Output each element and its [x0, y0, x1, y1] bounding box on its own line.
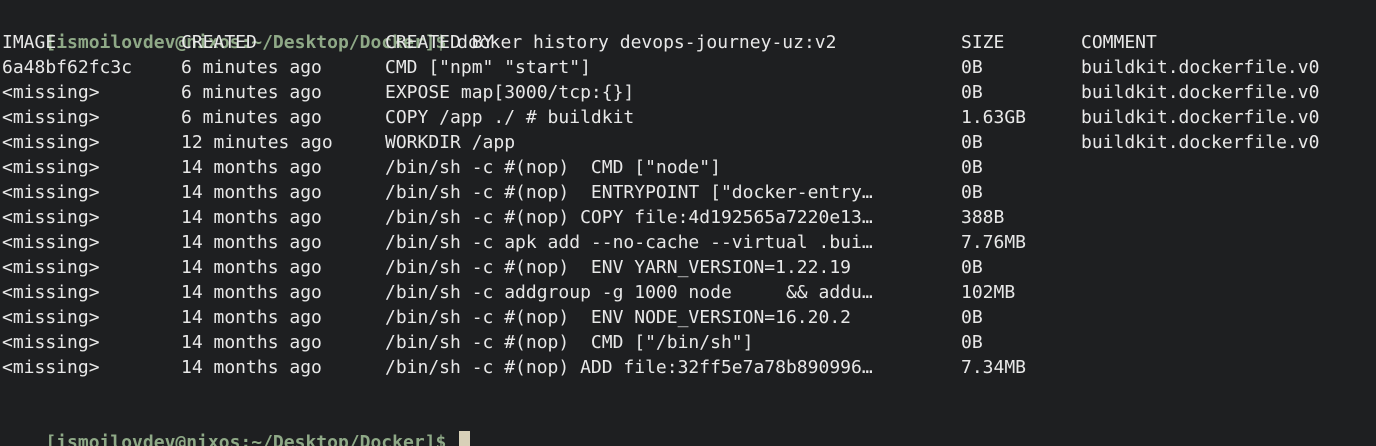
table-row: <missing> 12 minutes ago WORKDIR /app 0B…	[0, 130, 1376, 155]
history-rows: 6a48bf62fc3c 6 minutes ago CMD ["npm" "s…	[0, 55, 1376, 380]
row-image: <missing>	[2, 282, 100, 303]
row-image: 6a48bf62fc3c	[2, 57, 133, 78]
row-created: 14 months ago	[181, 357, 322, 378]
row-created-by: /bin/sh -c #(nop) CMD ["/bin/sh"]	[385, 332, 754, 353]
header-created: CREATED	[181, 32, 257, 53]
row-size: 0B	[961, 307, 983, 328]
row-created-by: /bin/sh -c #(nop) ADD file:32ff5e7a78b89…	[385, 357, 873, 378]
row-image: <missing>	[2, 132, 100, 153]
row-created-by: EXPOSE map[3000/tcp:{}]	[385, 82, 635, 103]
active-prompt-line[interactable]: [ismoilovdev@nixos:~/Desktop/Docker]$	[0, 405, 1376, 446]
row-created-by: /bin/sh -c #(nop) CMD ["node"]	[385, 157, 721, 178]
row-image: <missing>	[2, 82, 100, 103]
row-comment: buildkit.dockerfile.v0	[1081, 132, 1320, 153]
terminal-window[interactable]: [ismoilovdev@nixos:~/Desktop/Docker]$ do…	[0, 0, 1376, 446]
row-size: 388B	[961, 207, 1005, 228]
row-created-by: /bin/sh -c #(nop) ENTRYPOINT ["docker-en…	[385, 182, 873, 203]
row-created: 14 months ago	[181, 182, 322, 203]
row-size: 0B	[961, 132, 983, 153]
row-size: 0B	[961, 57, 983, 78]
row-created: 6 minutes ago	[181, 57, 322, 78]
row-size: 7.34MB	[961, 357, 1027, 378]
header-created-by: CREATED BY	[385, 32, 494, 53]
row-created: 14 months ago	[181, 307, 322, 328]
row-size: 0B	[961, 82, 983, 103]
row-created-by: WORKDIR /app	[385, 132, 516, 153]
row-created: 14 months ago	[181, 282, 322, 303]
row-created-by: /bin/sh -c #(nop) COPY file:4d192565a722…	[385, 207, 873, 228]
row-created: 14 months ago	[181, 232, 322, 253]
row-size: 1.63GB	[961, 107, 1027, 128]
table-row: 6a48bf62fc3c 6 minutes ago CMD ["npm" "s…	[0, 55, 1376, 80]
row-created: 14 months ago	[181, 207, 322, 228]
table-row: <missing> 14 months ago /bin/sh -c #(nop…	[0, 305, 1376, 330]
row-size: 102MB	[961, 282, 1016, 303]
table-row: <missing> 6 minutes ago EXPOSE map[3000/…	[0, 80, 1376, 105]
row-image: <missing>	[2, 207, 100, 228]
table-row: <missing> 14 months ago /bin/sh -c apk a…	[0, 230, 1376, 255]
row-image: <missing>	[2, 307, 100, 328]
row-size: 7.76MB	[961, 232, 1027, 253]
table-header-row: IMAGE CREATED CREATED BY SIZE COMMENT	[0, 30, 1376, 55]
row-created-by: /bin/sh -c addgroup -g 1000 node && addu…	[385, 282, 873, 303]
row-created-by: /bin/sh -c apk add --no-cache --virtual …	[385, 232, 873, 253]
row-size: 0B	[961, 157, 983, 178]
table-row: <missing> 14 months ago /bin/sh -c #(nop…	[0, 180, 1376, 205]
command-line: [ismoilovdev@nixos:~/Desktop/Docker]$ do…	[0, 5, 1376, 53]
row-size: 0B	[961, 257, 983, 278]
row-created-by: COPY /app ./ # buildkit	[385, 107, 635, 128]
row-size: 0B	[961, 182, 983, 203]
row-created: 6 minutes ago	[181, 107, 322, 128]
header-size: SIZE	[961, 32, 1005, 53]
row-comment: buildkit.dockerfile.v0	[1081, 82, 1320, 103]
text-cursor[interactable]	[459, 431, 471, 446]
row-comment: buildkit.dockerfile.v0	[1081, 57, 1320, 78]
row-created: 6 minutes ago	[181, 82, 322, 103]
row-created: 12 minutes ago	[181, 132, 333, 153]
row-created-by: /bin/sh -c #(nop) ENV YARN_VERSION=1.22.…	[385, 257, 851, 278]
row-created-by: CMD ["npm" "start"]	[385, 57, 591, 78]
shell-prompt: [ismoilovdev@nixos:~/Desktop/Docker]$	[45, 432, 447, 446]
table-row: <missing> 6 minutes ago COPY /app ./ # b…	[0, 105, 1376, 130]
table-row: <missing> 14 months ago /bin/sh -c #(nop…	[0, 155, 1376, 180]
row-created-by: /bin/sh -c #(nop) ENV NODE_VERSION=16.20…	[385, 307, 851, 328]
table-row: <missing> 14 months ago /bin/sh -c #(nop…	[0, 255, 1376, 280]
row-created: 14 months ago	[181, 157, 322, 178]
row-image: <missing>	[2, 157, 100, 178]
table-row: <missing> 14 months ago /bin/sh -c addgr…	[0, 280, 1376, 305]
row-comment: buildkit.dockerfile.v0	[1081, 107, 1320, 128]
row-size: 0B	[961, 332, 983, 353]
row-image: <missing>	[2, 257, 100, 278]
row-image: <missing>	[2, 182, 100, 203]
table-row: <missing> 14 months ago /bin/sh -c #(nop…	[0, 355, 1376, 380]
row-image: <missing>	[2, 232, 100, 253]
header-comment: COMMENT	[1081, 32, 1157, 53]
row-image: <missing>	[2, 332, 100, 353]
table-row: <missing> 14 months ago /bin/sh -c #(nop…	[0, 330, 1376, 355]
table-row: <missing> 14 months ago /bin/sh -c #(nop…	[0, 205, 1376, 230]
row-image: <missing>	[2, 107, 100, 128]
row-image: <missing>	[2, 357, 100, 378]
header-image: IMAGE	[2, 32, 57, 53]
row-created: 14 months ago	[181, 257, 322, 278]
row-created: 14 months ago	[181, 332, 322, 353]
